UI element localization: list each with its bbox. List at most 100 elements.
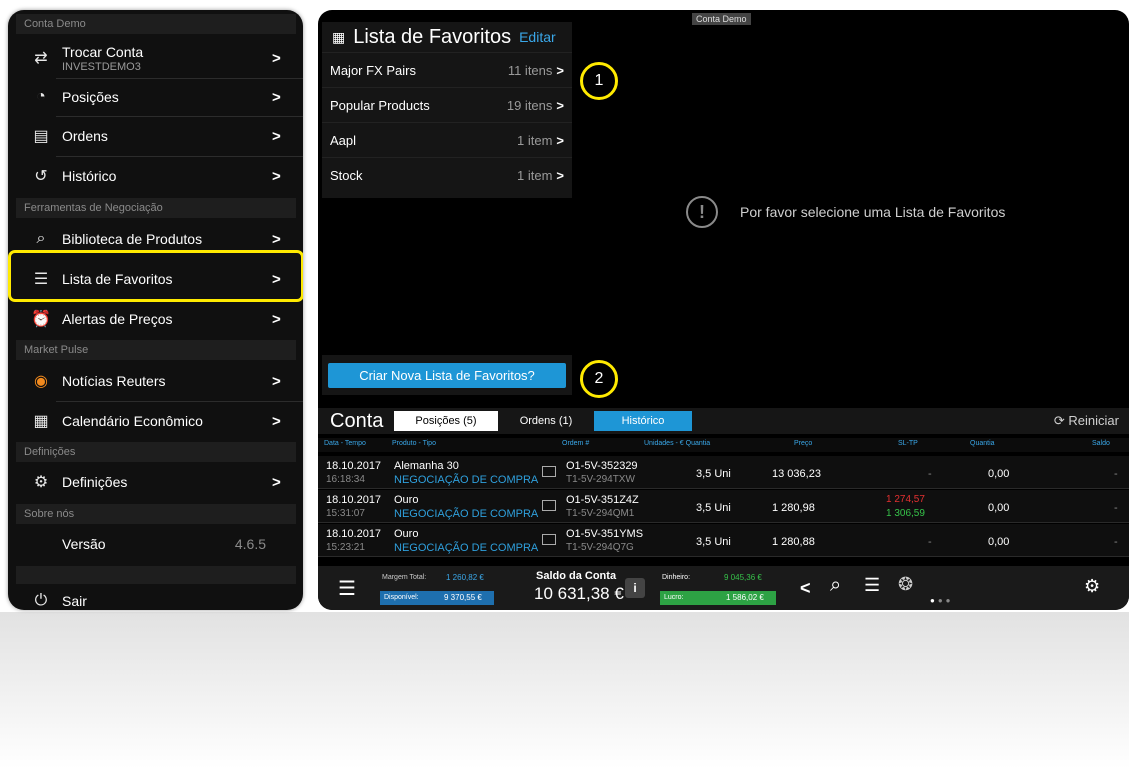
column-header[interactable]: Saldo (1092, 440, 1110, 447)
chevron-right-icon: > (272, 167, 281, 185)
column-header[interactable]: Ordem # (562, 440, 589, 447)
menu-item-calendar[interactable]: ▦ Calendário Econômico > (16, 402, 296, 440)
menu-item-reuters[interactable]: ◉ Notícias Reuters > (16, 362, 296, 400)
row-sl: - (928, 468, 932, 480)
section-spacer (16, 566, 296, 584)
table-row[interactable]: 18.10.2017 15:31:07 Ouro NEGOCIAÇÃO DE C… (318, 490, 1129, 523)
product-gear-icon[interactable]: ❂ (898, 574, 913, 595)
profit-value: 1 586,02 € (726, 593, 764, 602)
menu-item-settings[interactable]: ⚙ Definições > (16, 463, 296, 501)
row-amount: 0,00 (988, 536, 1010, 548)
hamburger-menu-icon[interactable]: ☰ (338, 576, 356, 601)
list-icon[interactable]: ☰ (864, 575, 880, 596)
row-date: 18.10.2017 (326, 460, 382, 472)
favorites-header: ▦ Lista de Favoritos Editar (322, 22, 572, 52)
settings-label: Definições (62, 474, 128, 490)
reset-label: Reiniciar (1068, 413, 1119, 428)
account-balance-label: Saldo da Conta (536, 570, 617, 582)
swap-arrows-icon: ⇄ (34, 50, 48, 67)
grid-icon: ▦ (332, 28, 346, 45)
column-header[interactable]: Quantia (970, 440, 995, 447)
menu-item-positions[interactable]: ◔ Posições > (16, 78, 296, 116)
favorites-title: Lista de Favoritos (353, 25, 512, 48)
tab-positions[interactable]: Posições (5) (394, 411, 498, 431)
profit-label: Lucro: (664, 594, 684, 601)
logout-label: Sair (62, 593, 87, 609)
document-icon: ▤ (33, 128, 49, 145)
section-header-settings: Definições (16, 442, 296, 462)
row-product: Ouro (394, 528, 419, 540)
favorites-panel: ▦ Lista de Favoritos Editar Major FX Pai… (322, 22, 572, 198)
row-time: 15:23:21 (326, 542, 365, 553)
calendar-label: Calendário Econômico (62, 413, 203, 429)
edit-button[interactable]: Editar (519, 29, 556, 45)
info-button[interactable]: i (625, 578, 645, 598)
row-balance: - (1114, 502, 1118, 514)
reuters-label: Notícias Reuters (62, 373, 166, 389)
favorite-list-item[interactable]: Major FX Pairs 11 itens > (322, 52, 572, 87)
highlight-box (8, 250, 303, 302)
row-time: 15:31:07 (326, 508, 365, 519)
row-order: O1-5V-351Z4Z (566, 494, 639, 506)
search-icon[interactable]: ⌕ (830, 574, 841, 597)
section-header-about: Sobre nós (16, 504, 296, 524)
account-balance-value: 10 631,38 € (534, 584, 624, 603)
row-order: O1-5V-352329 (566, 460, 638, 472)
row-date: 18.10.2017 (326, 494, 382, 506)
table-row[interactable]: 18.10.2017 15:23:21 Ouro NEGOCIAÇÃO DE C… (318, 524, 1129, 557)
copy-icon[interactable] (542, 500, 556, 511)
favorite-list-name: Popular Products (330, 97, 430, 113)
chevron-right-icon: > (272, 372, 281, 390)
menu-item-switch-account[interactable]: ⇄ Trocar Conta INVESTDEMO3 > (16, 38, 296, 78)
chevron-right-icon: > (272, 127, 281, 145)
row-trade: T1-5V-294QM1 (566, 508, 635, 519)
chevron-left-icon[interactable]: < (800, 578, 811, 599)
row-units: 3,5 Uni (696, 502, 731, 514)
column-header[interactable]: SL-TP (898, 440, 918, 447)
table-row[interactable]: 18.10.2017 16:18:34 Alemanha 30 NEGOCIAÇ… (318, 456, 1129, 489)
row-stop-loss: 1 274,57 (886, 494, 925, 505)
settings-gear-icon[interactable]: ⚙ (1084, 576, 1100, 597)
row-time: 16:18:34 (326, 474, 365, 485)
callout-1: 1 (580, 62, 618, 100)
chevron-right-icon: > (556, 167, 564, 183)
tab-history[interactable]: Histórico (594, 411, 692, 431)
create-favorites-list-button[interactable]: Criar Nova Lista de Favoritos? (328, 363, 566, 388)
menu-item-orders[interactable]: ▤ Ordens > (16, 117, 296, 155)
menu-item-price-alerts[interactable]: ⏰ Alertas de Preços > (16, 300, 296, 338)
row-trade: T1-5V-294Q7G (566, 542, 634, 553)
column-header[interactable]: Produto - Tipo (392, 440, 436, 447)
alarm-clock-icon: ⏰ (31, 311, 51, 328)
row-sl: - (928, 536, 932, 548)
favorite-list-count: 1 item (517, 167, 553, 183)
chevron-right-icon: > (272, 230, 281, 248)
chevron-right-icon: > (556, 97, 564, 113)
column-header[interactable]: Preço (794, 440, 812, 447)
margin-value: 1 260,82 € (446, 573, 484, 582)
favorite-list-item[interactable]: Popular Products 19 itens > (322, 87, 572, 122)
menu-item-logout[interactable]: ⏻ Sair (16, 588, 296, 610)
reuters-logo-icon: ◉ (34, 373, 48, 390)
alert-icon: ! (686, 196, 718, 228)
menu-item-history[interactable]: ↺ Histórico > (16, 157, 296, 195)
chevron-right-icon: > (272, 49, 281, 67)
power-icon: ⏻ (34, 592, 48, 609)
chevron-right-icon: > (272, 473, 281, 491)
tab-orders[interactable]: Ordens (1) (498, 411, 594, 431)
chevron-right-icon: > (272, 310, 281, 328)
section-header-demo: Conta Demo (16, 14, 296, 34)
reset-button[interactable]: ⟳ Reiniciar (1054, 413, 1119, 429)
favorite-list-item[interactable]: Aapl 1 item > (322, 122, 572, 157)
copy-icon[interactable] (542, 466, 556, 477)
search-icon: ⌕ (36, 230, 46, 247)
cash-label: Dinheiro: (662, 574, 691, 581)
chevron-right-icon: > (556, 132, 564, 148)
column-header[interactable]: Data - Tempo (324, 440, 366, 447)
favorite-list-item[interactable]: Stock 1 item > (322, 157, 572, 192)
column-header[interactable]: Unidades - € Quantia (644, 440, 710, 447)
row-amount: 0,00 (988, 502, 1010, 514)
copy-icon[interactable] (542, 534, 556, 545)
positions-label: Posições (62, 89, 119, 105)
page-indicator-dots: ●●● (930, 596, 954, 605)
account-id: INVESTDEMO3 (62, 60, 141, 73)
